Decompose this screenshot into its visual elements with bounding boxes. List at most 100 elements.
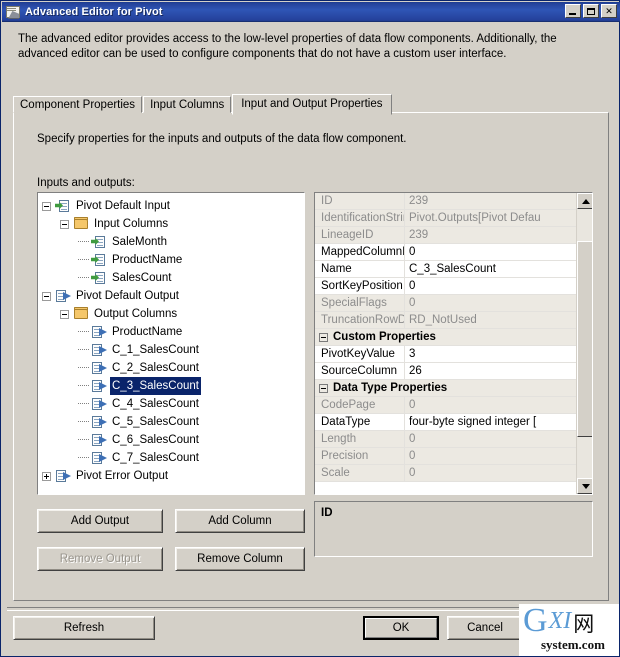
collapse-icon[interactable] [60,219,69,229]
property-grid-filler [315,482,576,494]
property-row[interactable]: SourceColumn 26 [315,363,576,380]
maximize-button[interactable] [583,4,599,18]
ok-button[interactable]: OK [363,616,439,640]
tree-item[interactable]: Pivot Error Output [42,467,304,485]
property-name: SpecialFlags [315,295,405,311]
tree-item[interactable]: C_1_SalesCount [42,341,304,359]
watermark-g: G [523,604,548,639]
add-column-button[interactable]: Add Column [175,509,305,533]
property-value[interactable]: 0 [405,278,576,294]
property-value[interactable]: 0 [405,244,576,260]
property-grid-scrollbar[interactable] [576,193,592,494]
remove-column-button[interactable]: Remove Column [175,547,305,571]
property-row[interactable]: DataType four-byte signed integer [ [315,414,576,431]
property-name: PivotKeyValue [315,346,405,362]
tree-item[interactable]: ProductName [42,323,304,341]
cancel-button[interactable]: Cancel [447,616,523,640]
property-value[interactable]: four-byte signed integer [ [405,414,576,430]
output-icon [91,451,107,465]
property-row[interactable]: SpecialFlags 0 [315,295,576,312]
tab-input-and-output-properties[interactable]: Input and Output Properties [232,94,392,115]
property-group-header[interactable]: Custom Properties [315,329,576,346]
tree-item[interactable]: C_2_SalesCount [42,359,304,377]
property-row[interactable]: TruncationRowDisposit RD_NotUsed [315,312,576,329]
property-group-header[interactable]: Data Type Properties [315,380,576,397]
property-value[interactable]: 26 [405,363,576,379]
property-row[interactable]: Scale 0 [315,465,576,482]
tree-item[interactable]: ProductName [42,251,304,269]
cancel-label: Cancel [467,622,503,634]
input-icon [91,271,107,285]
property-row[interactable]: Precision 0 [315,448,576,465]
input-icon [55,199,71,213]
tree-item[interactable]: SaleMonth [42,233,304,251]
description-title: ID [321,507,333,519]
tree-connector [78,259,89,261]
property-row[interactable]: PivotKeyValue 3 [315,346,576,363]
tree-item[interactable]: C_7_SalesCount [42,449,304,467]
close-button[interactable]: ✕ [601,4,617,18]
property-name: TruncationRowDisposit [315,312,405,328]
tree-item[interactable]: SalesCount [42,269,304,287]
property-value[interactable]: 3 [405,346,576,362]
output-icon [91,433,107,447]
scrollbar-thumb[interactable] [577,241,592,437]
property-value[interactable]: C_3_SalesCount [405,261,576,277]
output-icon [91,379,107,393]
tree-connector [78,277,89,279]
tree-item-label: C_3_SalesCount [110,377,201,395]
refresh-button[interactable]: Refresh [13,616,155,640]
tree-item[interactable]: C_4_SalesCount [42,395,304,413]
tree-item[interactable]: C_6_SalesCount [42,431,304,449]
output-icon [55,289,71,303]
collapse-icon[interactable] [319,383,328,393]
tree-item[interactable]: Pivot Default Output [42,287,304,305]
collapse-icon[interactable] [42,291,51,301]
collapse-icon[interactable] [42,201,51,211]
intro-text: The advanced editor provides access to t… [18,33,557,60]
property-value: 0 [409,450,416,462]
scroll-up-icon[interactable] [577,193,592,209]
property-row[interactable]: IdentificationString Pivot.Outputs[Pivot … [315,210,576,227]
property-row[interactable]: LineageID 239 [315,227,576,244]
collapse-icon[interactable] [319,332,328,342]
tree-item[interactable]: C_3_SalesCount [42,377,304,395]
scroll-down-icon[interactable] [577,478,592,494]
tree-item-label: ProductName [112,254,183,266]
tree-item[interactable]: Input Columns [42,215,304,233]
property-row[interactable]: Length 0 [315,431,576,448]
input-icon [91,235,107,249]
property-row[interactable]: SortKeyPosition 0 [315,278,576,295]
property-row[interactable]: ID 239 [315,193,576,210]
collapse-icon[interactable] [60,309,69,319]
specify-text: Specify properties for the inputs and ou… [37,133,407,145]
tab-component-properties[interactable]: Component Properties [13,96,143,113]
property-group-label: Custom Properties [333,331,436,343]
output-icon [55,469,71,483]
add-output-button[interactable]: Add Output [37,509,163,533]
tree-item-label: C_6_SalesCount [112,434,199,446]
tree-item[interactable]: C_5_SalesCount [42,413,304,431]
tree-item[interactable]: Output Columns [42,305,304,323]
tree-connector [78,457,89,459]
tree-connector [78,439,89,441]
tab-input-columns[interactable]: Input Columns [143,96,232,113]
property-row[interactable]: Name C_3_SalesCount [315,261,576,278]
expand-icon[interactable] [42,471,51,481]
add-output-label: Add Output [70,515,130,527]
watermark-domain: system.com [541,637,605,652]
refresh-label: Refresh [63,622,105,634]
property-row[interactable]: CodePage 0 [315,397,576,414]
property-row[interactable]: MappedColumnID 0 [315,244,576,261]
title-bar: Advanced Editor for Pivot ✕ [2,2,620,22]
tree-item[interactable]: Pivot Default Input [42,197,304,215]
minimize-button[interactable] [565,4,581,18]
inputs-outputs-tree[interactable]: Pivot Default Input Input Columns SaleMont… [37,192,305,495]
property-name: SortKeyPosition [315,278,405,294]
tree-item-label: C_5_SalesCount [112,416,199,428]
remove-output-label: Remove Output [59,553,141,565]
property-value: 0 [409,433,416,445]
output-icon [91,415,107,429]
property-grid[interactable]: ID 239 IdentificationString Pivot.Outputs[P… [314,192,593,495]
advanced-editor-icon [5,5,21,19]
